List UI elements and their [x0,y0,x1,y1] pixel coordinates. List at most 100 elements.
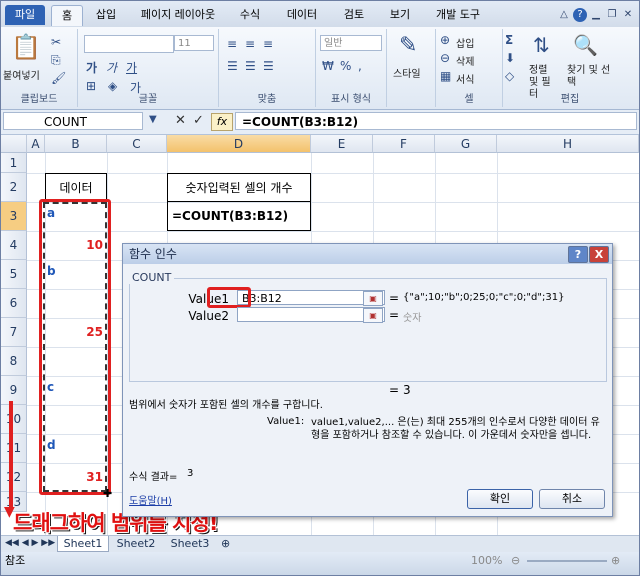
tab-view[interactable]: 보기 [383,5,417,25]
dialog-close-button[interactable]: X [589,246,609,263]
column-header-g[interactable]: G [435,135,497,153]
underline-icon[interactable]: 가 [126,59,137,76]
row-header-8[interactable]: 8 [1,347,27,376]
insert-cells-icon[interactable]: ⊕ [440,33,450,47]
font-name-box[interactable] [84,35,174,53]
tab-data[interactable]: 데이터 [279,5,325,25]
format-cells-label[interactable]: 서식 [456,71,474,86]
name-box[interactable]: COUNT [3,112,143,130]
new-sheet-icon[interactable]: ⊕ [221,536,230,551]
paste-icon[interactable]: 📋 [11,33,41,61]
ribbon-minimize-icon[interactable]: △ [557,8,571,22]
sheet-tab-sheet2[interactable]: Sheet2 [111,536,161,551]
styles-label[interactable]: 스타일 [393,65,421,80]
tab-page-layout[interactable]: 페이지 레이아웃 [135,5,221,25]
tab-formulas[interactable]: 수식 [233,5,267,25]
styles-icon[interactable]: ✎ [399,33,417,58]
cell-b2[interactable]: 데이터 [45,173,107,202]
tab-insert[interactable]: 삽입 [89,5,123,25]
zoom-slider[interactable] [527,560,607,562]
cut-icon[interactable]: ✂ [51,35,61,49]
align-top-icon[interactable]: ≡ [227,37,237,51]
dialog-help-button[interactable]: ? [568,246,588,263]
cell-d3[interactable]: =COUNT(B3:B12) [167,202,311,231]
column-header-c[interactable]: C [107,135,167,153]
row-header-11[interactable]: 11 [1,434,27,463]
delete-cells-label[interactable]: 삭제 [456,53,474,68]
align-center-icon[interactable]: ☰ [245,59,256,73]
row-header-1[interactable]: 1 [1,153,27,173]
column-header-b[interactable]: B [45,135,107,153]
comma-icon[interactable]: , [358,59,362,73]
font-size-box[interactable]: 11 [174,35,214,51]
insert-function-button[interactable]: fx [211,113,233,131]
autosum-icon[interactable]: Σ [505,33,513,47]
column-header-f[interactable]: F [373,135,435,153]
select-all-corner[interactable] [1,135,27,153]
help-link[interactable]: 도움말(H) [129,492,172,507]
copy-icon[interactable]: ⎘ [51,53,61,68]
sort-filter-icon[interactable]: ⇅ [533,33,550,57]
cell-d2[interactable]: 숫자입력된 셀의 개수 [167,173,311,202]
name-box-dropdown-icon[interactable]: ▼ [149,114,157,125]
value2-collapse-icon[interactable]: ▣ [363,308,383,323]
column-header-h[interactable]: H [497,135,639,153]
tab-file[interactable]: 파일 [5,5,45,25]
cell-b5[interactable]: b [47,261,56,281]
row-header-7[interactable]: 7 [1,318,27,347]
align-middle-icon[interactable]: ≡ [245,37,255,51]
format-painter-icon[interactable]: 🖌 [51,71,66,85]
row-header-6[interactable]: 6 [1,289,27,318]
sheet-tab-sheet1[interactable]: Sheet1 [57,536,109,552]
tab-developer[interactable]: 개발 도구 [429,5,487,25]
clear-icon[interactable]: ◇ [505,69,514,83]
tab-review[interactable]: 검토 [337,5,371,25]
help-icon[interactable]: ? [573,8,587,22]
percent-icon[interactable]: % [340,59,351,73]
fill-icon[interactable]: ⬇ [505,51,515,65]
find-select-label[interactable]: 찾기 및 선택 [567,65,613,89]
row-header-9[interactable]: 9 [1,376,27,405]
number-format-box[interactable]: 일반 [320,35,382,51]
format-cells-icon[interactable]: ▦ [440,69,451,83]
cell-b4[interactable]: 10 [47,231,103,260]
ok-button[interactable]: 확인 [467,489,533,509]
column-header-e[interactable]: E [311,135,373,153]
italic-icon[interactable]: 가 [106,59,117,76]
find-select-icon[interactable]: 🔍 [573,33,598,57]
row-header-3[interactable]: 3 [1,202,27,231]
column-header-a[interactable]: A [27,135,45,153]
value1-collapse-icon[interactable]: ▣ [363,291,383,306]
row-header-12[interactable]: 12 [1,463,27,492]
delete-cells-icon[interactable]: ⊖ [440,51,450,65]
align-right-icon[interactable]: ☰ [263,59,274,73]
row-header-4[interactable]: 4 [1,231,27,260]
zoom-in-icon[interactable]: ⊕ [611,552,620,570]
insert-cells-label[interactable]: 삽입 [456,35,474,50]
cell-b7[interactable]: 25 [47,318,103,347]
row-header-5[interactable]: 5 [1,260,27,289]
column-header-d[interactable]: D [167,135,311,153]
confirm-entry-icon[interactable]: ✓ [193,113,204,128]
status-zoom[interactable]: 100% [471,552,502,570]
align-left-icon[interactable]: ☰ [227,59,238,73]
align-bottom-icon[interactable]: ≡ [263,37,273,51]
currency-icon[interactable]: ₩ [322,59,334,73]
cancel-entry-icon[interactable]: ✕ [175,113,186,128]
sheet-nav-icon[interactable]: ◀◀ ◀ ▶ ▶▶ [5,536,55,551]
cell-b11[interactable]: d [47,435,56,455]
formula-input[interactable]: =COUNT(B3:B12) [235,112,637,130]
minimize-icon[interactable]: ▁ [589,8,603,22]
close-icon[interactable]: ✕ [621,8,635,22]
cell-b3[interactable]: a [47,203,55,223]
row-header-10[interactable]: 10 [1,405,27,434]
cancel-button[interactable]: 취소 [539,489,605,509]
sheet-tab-sheet3[interactable]: Sheet3 [165,536,215,551]
paste-label[interactable]: 붙여넣기 [3,67,40,82]
row-header-2[interactable]: 2 [1,173,27,202]
restore-icon[interactable]: ❐ [605,8,619,22]
zoom-out-icon[interactable]: ⊖ [511,552,520,570]
bold-icon[interactable]: 가 [86,59,97,76]
tab-home[interactable]: 홈 [51,5,83,26]
cell-b12[interactable]: 31 [47,463,103,492]
